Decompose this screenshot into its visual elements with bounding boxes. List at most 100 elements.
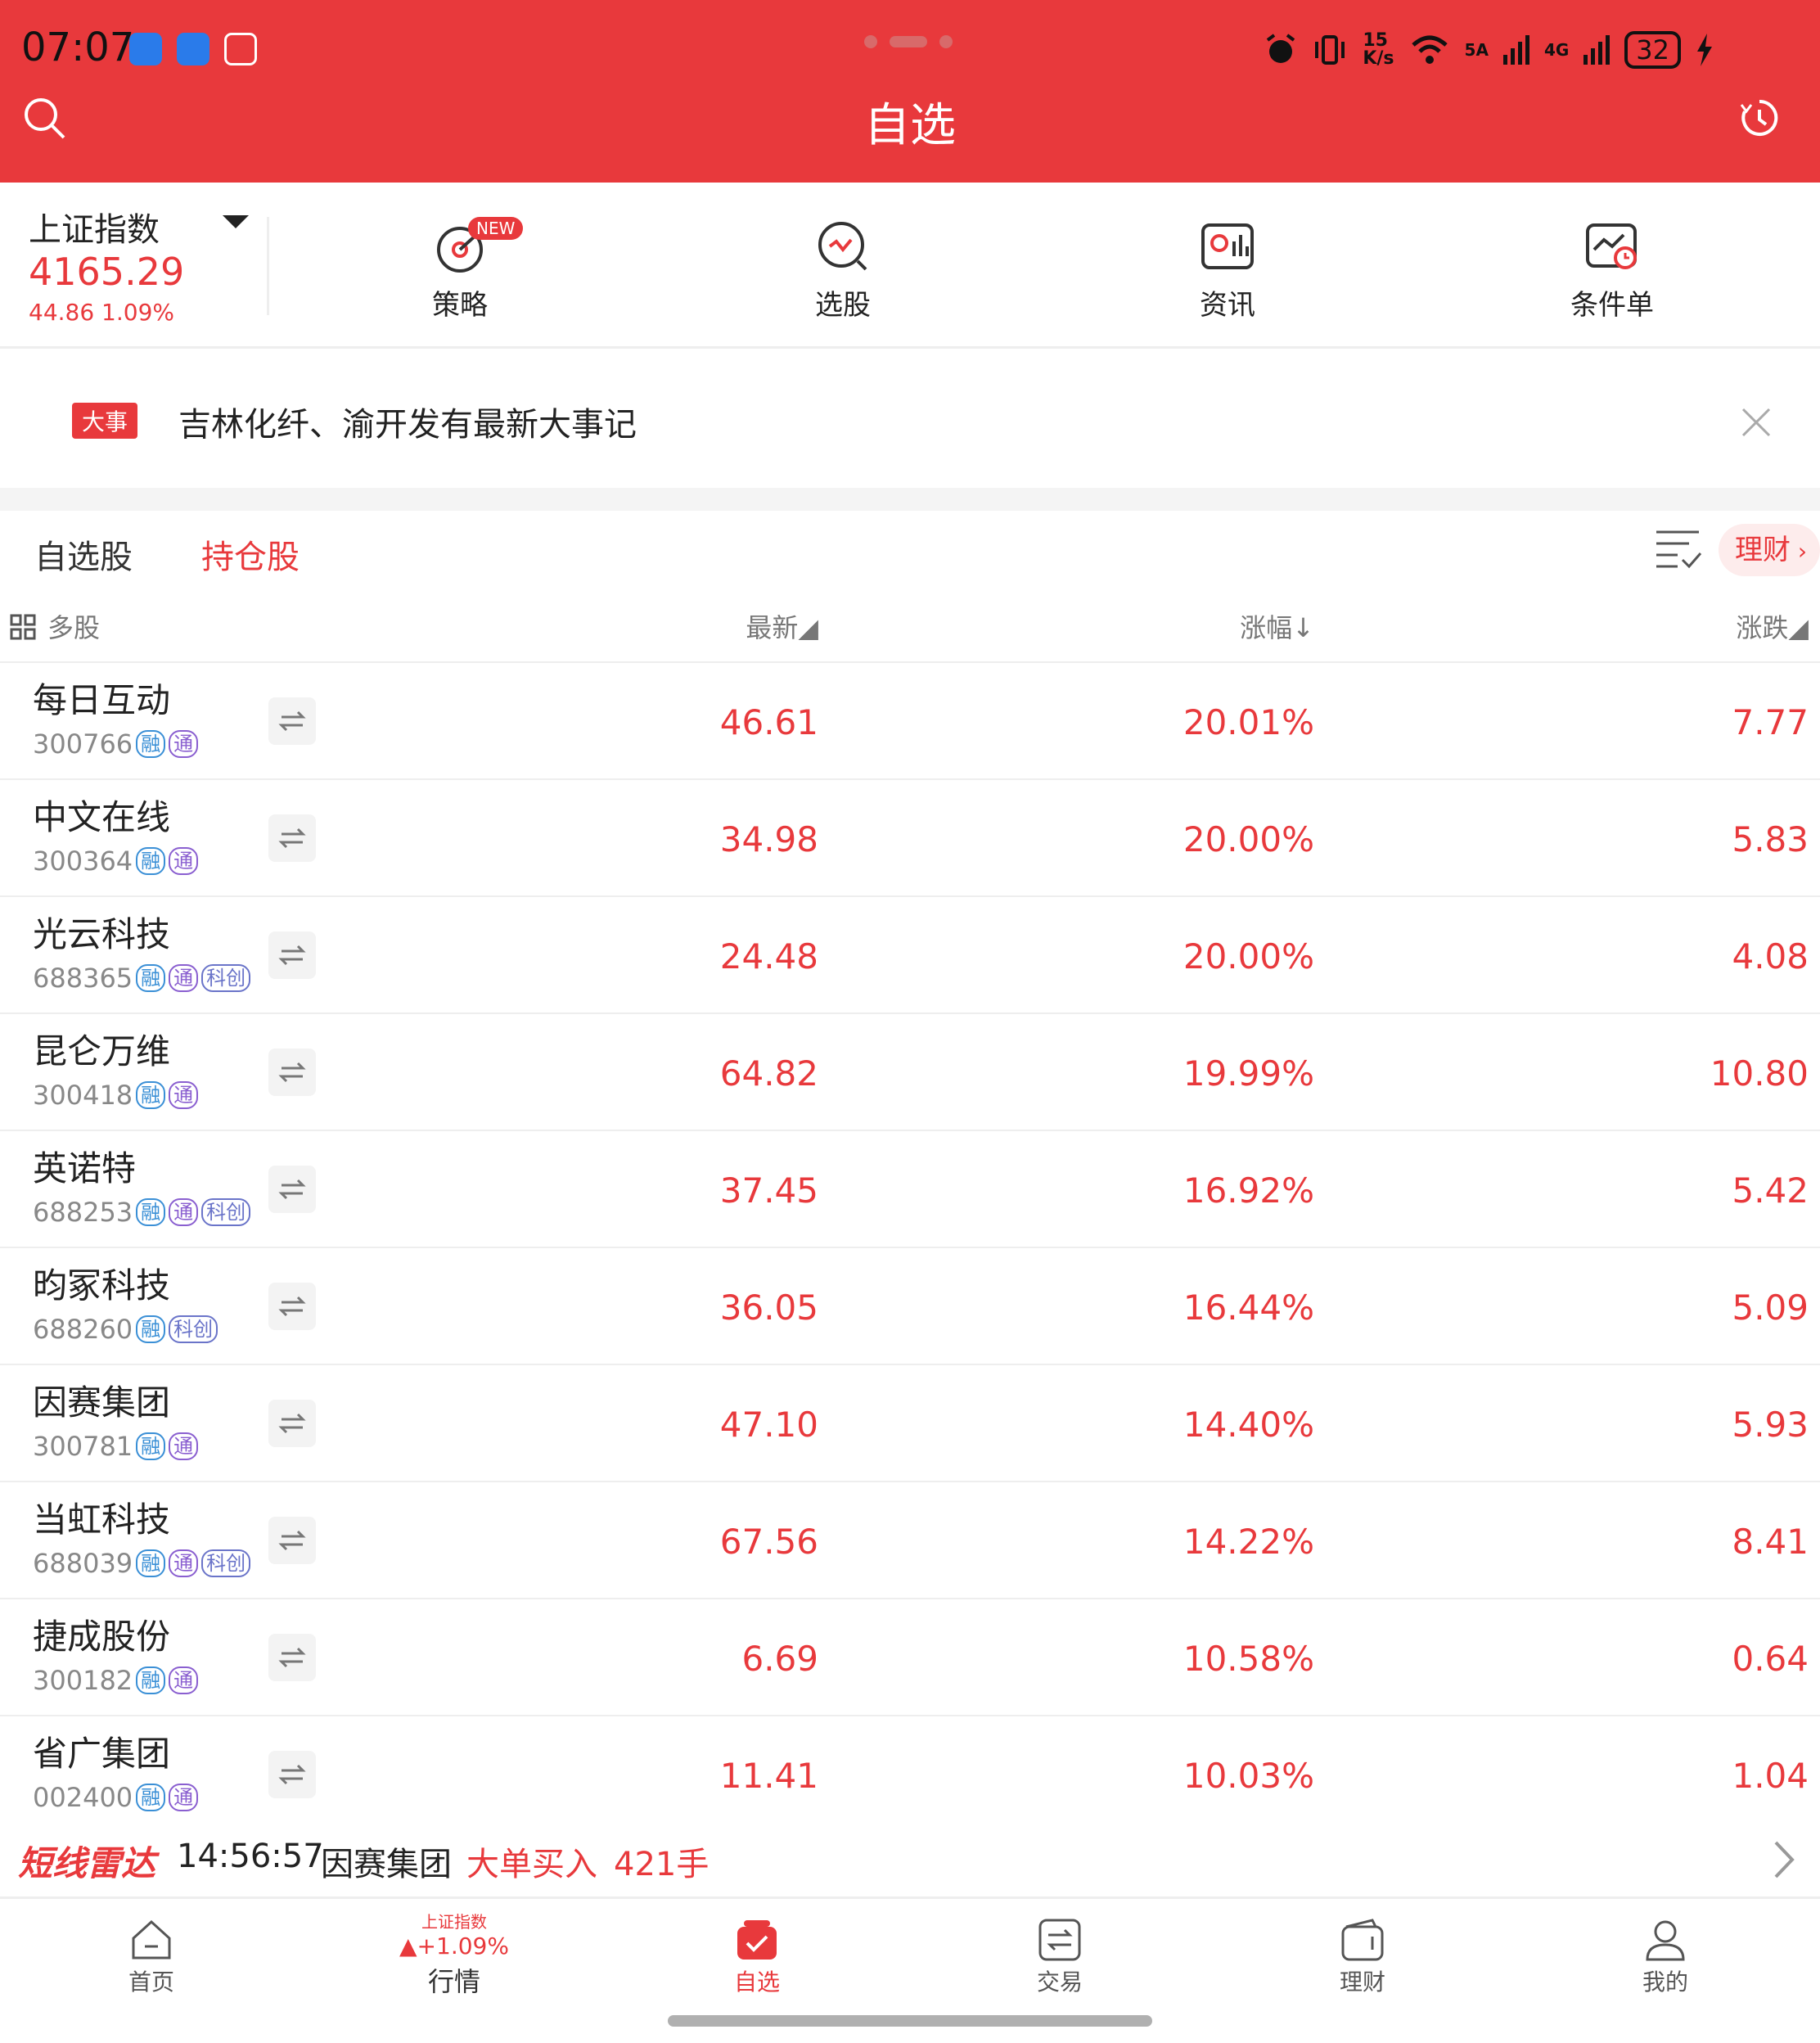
swap-icon[interactable] (268, 1634, 316, 1681)
swap-icon[interactable] (268, 931, 316, 979)
tab-watchlist[interactable]: 自选股 (34, 530, 133, 578)
tab-holdings[interactable]: 持仓股 (201, 530, 300, 578)
index-change: 44.86 1.09% (29, 299, 175, 326)
stock-change-pct: 14.22% (1183, 1522, 1314, 1562)
wallet-icon (1341, 1919, 1384, 1961)
table-row[interactable]: 省广集团 002400 融通 11.41 10.03% 1.04 (0, 1716, 1820, 1833)
stock-change-amount: 10.80 (1710, 1053, 1809, 1094)
nav-news[interactable]: 资讯 (1146, 217, 1309, 331)
stock-name: 省广集团 (33, 1734, 171, 1774)
stock-tag: 科创 (201, 1198, 251, 1226)
nav-stock-picker[interactable]: 选股 (761, 217, 925, 331)
new-badge: NEW (468, 217, 524, 240)
ticker-brand: 短线雷达 (18, 1843, 156, 1883)
close-icon[interactable] (1740, 406, 1773, 439)
signal-bars-icon-2 (1583, 35, 1611, 65)
swap-icon[interactable] (268, 697, 316, 745)
page-title: 自选 (864, 99, 956, 152)
stock-code: 688253 (33, 1197, 133, 1228)
swap-icon[interactable] (268, 1166, 316, 1213)
stock-change-pct: 10.03% (1183, 1756, 1314, 1796)
table-row[interactable]: 昆仑万维 300418 融通 64.82 19.99% 10.80 (0, 1014, 1820, 1131)
divider (267, 217, 269, 315)
table-row[interactable]: 当虹科技 688039 融通科创 67.56 14.22% 8.41 (0, 1482, 1820, 1599)
col-header-latest[interactable]: 最新◢ (746, 607, 818, 645)
stock-change-amount: 5.83 (1732, 819, 1809, 859)
nav-strategy[interactable]: NEW 策略 (378, 217, 542, 331)
stock-change-pct: 20.00% (1183, 936, 1314, 976)
home-indicator[interactable] (668, 2015, 1152, 2027)
watchlist-icon (737, 1920, 777, 1960)
stock-code: 688039 (33, 1548, 133, 1579)
stock-latest-price: 24.48 (719, 936, 818, 976)
wealth-button[interactable]: 理财 › (1719, 524, 1820, 576)
swap-icon[interactable] (268, 1283, 316, 1330)
stock-code: 300781 (33, 1431, 133, 1462)
stock-code: 300418 (33, 1080, 133, 1111)
stock-change-pct: 20.00% (1183, 819, 1314, 859)
chevron-right-icon[interactable] (1768, 1839, 1800, 1880)
stock-latest-price: 11.41 (719, 1756, 818, 1796)
stock-name: 英诺特 (33, 1148, 137, 1188)
table-row[interactable]: 中文在线 300364 融通 34.98 20.00% 5.83 (0, 780, 1820, 897)
stock-latest-price: 47.10 (719, 1405, 818, 1445)
ticker-time: 14:56:57 (177, 1838, 324, 1875)
bottom-navigation: 首页 上证指数 ▲+1.09% 行情 自选 交易 理财 我的 (0, 1896, 1820, 2012)
swap-icon[interactable] (268, 1517, 316, 1564)
swap-icon[interactable] (268, 1400, 316, 1447)
event-badge: 大事 (72, 403, 138, 439)
multi-stock-toggle[interactable]: 多股 (47, 607, 100, 645)
stock-name: 每日互动 (33, 680, 171, 720)
bottom-nav-index-name: 上证指数 (421, 1912, 487, 1932)
bottom-nav-watchlist[interactable]: 自选 (606, 1899, 908, 2012)
bottom-nav-wealth[interactable]: 理财 (1211, 1899, 1514, 2012)
swap-icon[interactable] (268, 1049, 316, 1096)
stock-code: 002400 (33, 1782, 133, 1813)
alarm-icon (1267, 34, 1295, 63)
stock-change-pct: 14.40% (1183, 1405, 1314, 1445)
index-selector[interactable]: 上证指数 4165.29 44.86 1.09% (0, 183, 270, 346)
bottom-nav-trade[interactable]: 交易 (908, 1899, 1211, 2012)
swap-icon[interactable] (268, 814, 316, 862)
stock-tag: 融 (136, 1549, 166, 1577)
bottom-nav-market[interactable]: 上证指数 ▲+1.09% 行情 (303, 1899, 606, 2012)
stock-change-amount: 0.64 (1732, 1639, 1809, 1679)
stock-name: 当虹科技 (33, 1500, 171, 1540)
edit-list-icon[interactable] (1653, 524, 1702, 573)
table-row[interactable]: 因赛集团 300781 融通 47.10 14.40% 5.93 (0, 1365, 1820, 1482)
stock-change-pct: 10.58% (1183, 1639, 1314, 1679)
conditional-order-icon (1586, 223, 1637, 269)
bottom-nav-wealth-label: 理财 (1339, 1969, 1385, 1996)
stock-name: 捷成股份 (33, 1617, 171, 1657)
stock-code-line: 300364 融通 (33, 846, 199, 877)
bottom-nav-mine[interactable]: 我的 (1514, 1899, 1817, 2012)
bottom-nav-home[interactable]: 首页 (0, 1899, 303, 2012)
table-row[interactable]: 每日互动 300766 融通 46.61 20.01% 7.77 (0, 663, 1820, 780)
nav-conditional-order[interactable]: 条件单 (1530, 217, 1694, 331)
chevron-right-icon: › (1791, 538, 1808, 565)
stock-code: 688365 (33, 963, 133, 994)
stock-tag: 融 (136, 1081, 166, 1109)
swap-icon[interactable] (268, 1751, 316, 1798)
stock-tag: 融 (136, 1198, 166, 1226)
table-row[interactable]: 英诺特 688253 融通科创 37.45 16.92% 5.42 (0, 1131, 1820, 1248)
event-notice-text[interactable]: 吉林化纤、渝开发有最新大事记 (178, 398, 637, 445)
grid-icon[interactable] (10, 614, 36, 640)
table-row[interactable]: 光云科技 688365 融通科创 24.48 20.00% 4.08 (0, 897, 1820, 1014)
col-header-change[interactable]: 涨跌◢ (1736, 607, 1809, 645)
stock-tag: 通 (169, 1549, 199, 1577)
col-header-pct[interactable]: 涨幅↓ (1240, 607, 1314, 645)
index-value: 4165.29 (29, 250, 185, 294)
history-icon[interactable] (1737, 95, 1782, 141)
stock-code: 300364 (33, 846, 133, 877)
table-row[interactable]: 昀冢科技 688260 融科创 36.05 16.44% 5.09 (0, 1248, 1820, 1365)
stock-change-pct: 19.99% (1183, 1053, 1314, 1094)
wifi-icon (1411, 35, 1448, 64)
short-term-radar-ticker[interactable]: 短线雷达 14:56:57 因赛集团 大单买入 421手 (0, 1821, 1820, 1896)
stock-tag: 通 (169, 1666, 199, 1694)
stock-tag: 融 (136, 1784, 166, 1811)
app-notification-icon-1 (129, 33, 162, 65)
event-notice[interactable]: 大事 吉林化纤、渝开发有最新大事记 (0, 349, 1820, 488)
table-row[interactable]: 捷成股份 300182 融通 6.69 10.58% 0.64 (0, 1599, 1820, 1716)
wealth-button-label: 理财 (1735, 534, 1791, 566)
